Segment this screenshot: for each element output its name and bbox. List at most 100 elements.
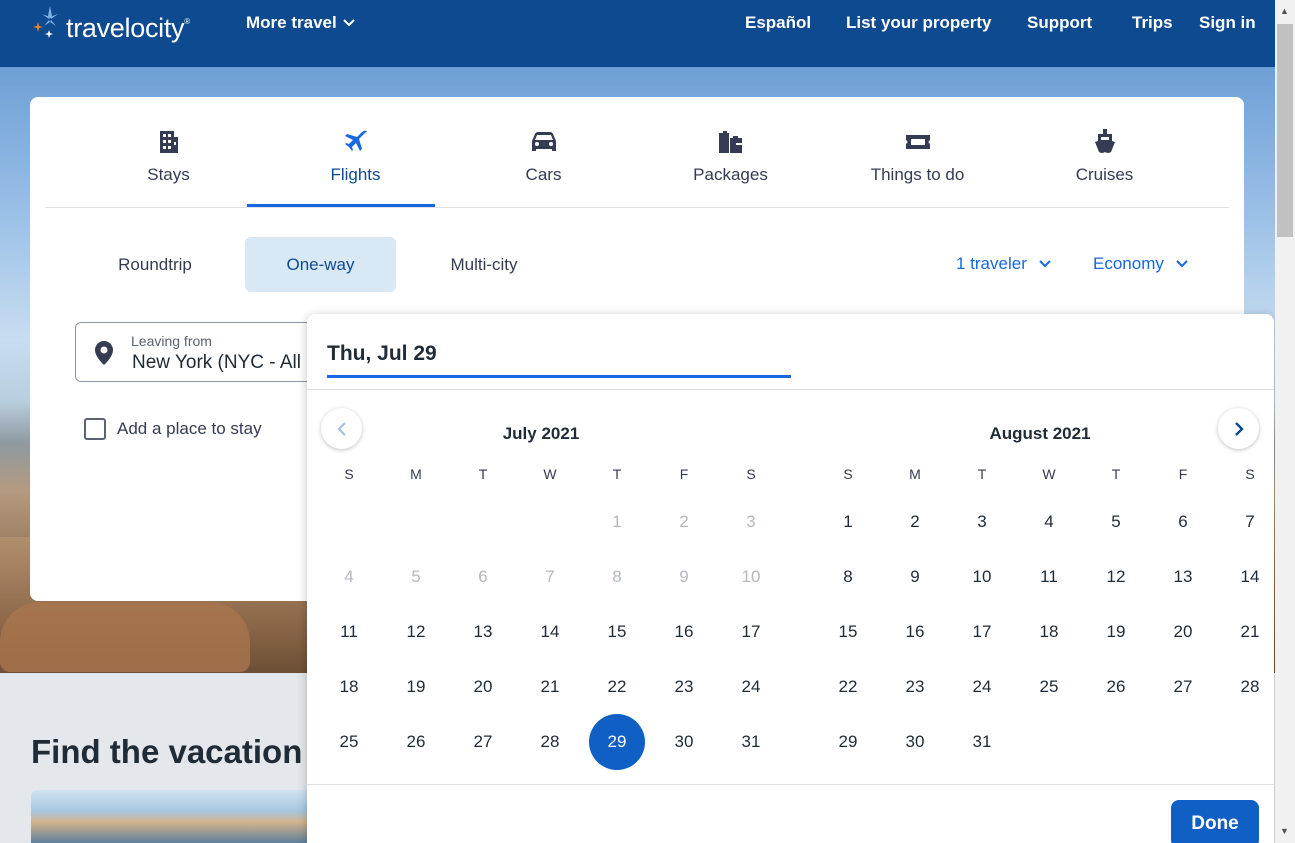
month-title-july: July 2021 bbox=[502, 424, 580, 443]
calendar-day[interactable]: 12 bbox=[1088, 549, 1144, 605]
calendar-day[interactable]: 17 bbox=[954, 604, 1010, 660]
add-place-to-stay[interactable]: Add a place to stay bbox=[84, 418, 262, 440]
calendar-day[interactable]: 28 bbox=[522, 714, 578, 770]
tab-things-to-do[interactable]: Things to do bbox=[824, 127, 1011, 185]
calendar-day[interactable]: 15 bbox=[589, 604, 645, 660]
calendar-day[interactable]: 23 bbox=[656, 659, 712, 715]
calendar-day[interactable]: 13 bbox=[1155, 549, 1211, 605]
weekday-header: T bbox=[977, 466, 987, 482]
calendar-day[interactable]: 20 bbox=[1155, 604, 1211, 660]
calendar-day[interactable]: 16 bbox=[887, 604, 943, 660]
chevron-down-icon bbox=[1039, 260, 1051, 268]
calendar-day[interactable]: 19 bbox=[1088, 604, 1144, 660]
calendar-day[interactable]: 4 bbox=[1021, 494, 1077, 550]
language-link[interactable]: Español bbox=[745, 13, 811, 33]
calendar-day[interactable]: 13 bbox=[455, 604, 511, 660]
page-scrollbar[interactable]: ▲ ▼ bbox=[1275, 0, 1295, 843]
calendar-day[interactable]: 25 bbox=[1021, 659, 1077, 715]
list-property-link[interactable]: List your property bbox=[846, 13, 991, 33]
calendar-day[interactable]: 30 bbox=[887, 714, 943, 770]
cabin-class-dropdown[interactable]: Economy bbox=[1093, 254, 1188, 274]
add-place-checkbox[interactable] bbox=[84, 418, 106, 440]
calendar-day: 8 bbox=[612, 567, 622, 586]
calendar-day[interactable]: 30 bbox=[656, 714, 712, 770]
calendar-day[interactable]: 27 bbox=[455, 714, 511, 770]
divider bbox=[307, 389, 1274, 390]
calendar-day[interactable]: 5 bbox=[1088, 494, 1144, 550]
calendar-day[interactable]: 26 bbox=[1088, 659, 1144, 715]
more-travel-menu[interactable]: More travel bbox=[246, 13, 355, 33]
calendar-day[interactable]: 10 bbox=[954, 549, 1010, 605]
calendar-day[interactable]: 16 bbox=[656, 604, 712, 660]
calendar-day[interactable]: 24 bbox=[954, 659, 1010, 715]
calendar-day[interactable]: 15 bbox=[820, 604, 876, 660]
calendar-day[interactable]: 27 bbox=[1155, 659, 1211, 715]
calendar-day[interactable]: 7 bbox=[1222, 494, 1274, 550]
calendar-day[interactable]: 18 bbox=[1021, 604, 1077, 660]
calendar-day[interactable]: 21 bbox=[1222, 604, 1274, 660]
scroll-up-icon[interactable]: ▲ bbox=[1280, 6, 1289, 16]
sign-in-link[interactable]: Sign in bbox=[1199, 13, 1256, 33]
tab-cars[interactable]: Cars bbox=[450, 127, 637, 185]
calendar-day[interactable]: 9 bbox=[887, 549, 943, 605]
calendar-day[interactable]: 6 bbox=[1155, 494, 1211, 550]
travelers-dropdown[interactable]: 1 traveler bbox=[956, 254, 1051, 274]
product-tabs: Stays Flights Cars Packages Things to do bbox=[45, 97, 1229, 208]
travelocity-logo[interactable]: travelocity® bbox=[30, 4, 190, 43]
roundtrip-option[interactable]: Roundtrip bbox=[80, 237, 230, 292]
chevron-down-icon bbox=[342, 19, 355, 27]
calendar-day[interactable]: 22 bbox=[589, 659, 645, 715]
leaving-from-field[interactable]: Leaving from New York (NYC - All bbox=[75, 322, 315, 382]
calendar-day[interactable]: 11 bbox=[1021, 549, 1077, 605]
support-link[interactable]: Support bbox=[1027, 13, 1092, 33]
scroll-down-icon[interactable]: ▼ bbox=[1280, 826, 1289, 836]
tab-cruises[interactable]: Cruises bbox=[1011, 127, 1198, 185]
scroll-thumb[interactable] bbox=[1277, 24, 1293, 237]
next-month-button[interactable] bbox=[1218, 408, 1259, 449]
calendar-day[interactable]: 20 bbox=[455, 659, 511, 715]
travelers-label: 1 traveler bbox=[956, 254, 1027, 273]
active-tab-indicator bbox=[247, 204, 435, 207]
calendar-day[interactable]: 29 bbox=[820, 714, 876, 770]
weekday-header: S bbox=[843, 466, 853, 482]
calendar-day: 6 bbox=[478, 567, 488, 586]
calendar-day[interactable]: 3 bbox=[954, 494, 1010, 550]
calendar-day[interactable]: 12 bbox=[388, 604, 444, 660]
selected-date-display[interactable]: Thu, Jul 29 bbox=[327, 342, 437, 366]
calendar-day[interactable]: 18 bbox=[321, 659, 377, 715]
multi-city-option[interactable]: Multi-city bbox=[411, 237, 557, 292]
calendar-day[interactable]: 11 bbox=[321, 604, 377, 660]
promo-image[interactable] bbox=[31, 790, 307, 843]
calendar-day[interactable]: 28 bbox=[1222, 659, 1274, 715]
calendar-day[interactable]: 23 bbox=[887, 659, 943, 715]
calendar-day[interactable]: 24 bbox=[723, 659, 779, 715]
trips-link[interactable]: Trips bbox=[1132, 13, 1173, 33]
divider bbox=[307, 784, 1274, 785]
add-place-label: Add a place to stay bbox=[117, 419, 262, 438]
tab-label: Stays bbox=[147, 165, 190, 184]
car-icon bbox=[450, 127, 637, 157]
calendar-day[interactable]: 2 bbox=[887, 494, 943, 550]
calendar-day[interactable]: 17 bbox=[723, 604, 779, 660]
tab-flights[interactable]: Flights bbox=[262, 127, 449, 185]
calendar-day[interactable]: 31 bbox=[723, 714, 779, 770]
weekday-header: T bbox=[612, 466, 622, 482]
calendar-day[interactable]: 8 bbox=[820, 549, 876, 605]
tab-packages[interactable]: Packages bbox=[637, 127, 824, 185]
calendar-day: 2 bbox=[679, 512, 689, 531]
calendar-day[interactable]: 14 bbox=[1222, 549, 1274, 605]
calendar-day[interactable]: 21 bbox=[522, 659, 578, 715]
calendar-day[interactable]: 19 bbox=[388, 659, 444, 715]
one-way-option[interactable]: One-way bbox=[245, 237, 396, 292]
calendar-day[interactable]: 14 bbox=[522, 604, 578, 660]
ship-icon bbox=[1011, 127, 1198, 157]
tab-stays[interactable]: Stays bbox=[75, 127, 262, 185]
calendar-day[interactable]: 26 bbox=[388, 714, 444, 770]
calendar-day[interactable]: 31 bbox=[954, 714, 1010, 770]
calendar-day[interactable]: 25 bbox=[321, 714, 377, 770]
calendar-day[interactable]: 1 bbox=[820, 494, 876, 550]
done-button[interactable]: Done bbox=[1171, 800, 1259, 843]
calendar-day-selected[interactable]: 29 bbox=[589, 714, 645, 770]
calendar-day[interactable]: 22 bbox=[820, 659, 876, 715]
previous-month-button[interactable] bbox=[321, 408, 362, 449]
